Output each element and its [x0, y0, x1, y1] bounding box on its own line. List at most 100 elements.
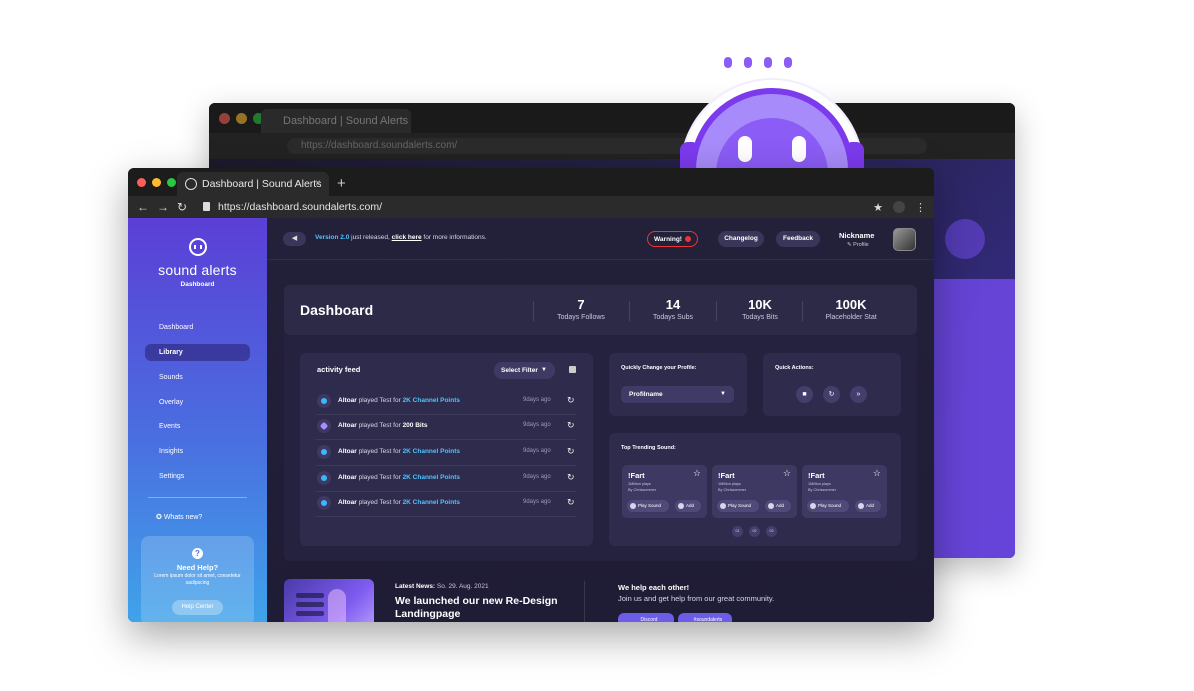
replay-button[interactable]: ↻: [823, 386, 840, 403]
browser-menu-icon[interactable]: ⋮: [915, 201, 926, 214]
stat-subs: 14 Todays Subs: [638, 297, 708, 321]
help-text: Lorem ipsum dolor sit amet, consetetur s…: [154, 573, 241, 586]
replay-icon[interactable]: ↻: [567, 420, 575, 431]
quick-actions-card: Quick Actions: ■ ↻ »: [763, 353, 901, 416]
sound-card: !Fart 1Million plays By Chrissommer ☆ Pla…: [802, 465, 887, 518]
help-title: Need Help?: [176, 563, 219, 572]
select-filter-dropdown[interactable]: Select Filter ▼: [494, 362, 555, 379]
feed-user: Altoar: [338, 474, 357, 481]
new-tab-button[interactable]: +: [337, 172, 346, 196]
add-sound-button[interactable]: Add: [855, 500, 881, 512]
url-field[interactable]: https://dashboard.soundalerts.com/: [198, 198, 888, 216]
profile-link[interactable]: ✎ Profile: [847, 242, 869, 248]
forward-arrow-icon[interactable]: →: [157, 198, 169, 216]
feed-text: Altoar played Test for 2K Channel Points: [338, 499, 460, 506]
replay-icon[interactable]: ↻: [567, 395, 575, 406]
mascot-right-eye: [792, 136, 806, 162]
channel-points-icon: [317, 471, 331, 485]
add-sound-button[interactable]: Add: [675, 500, 701, 512]
tab-title: Dashboard | Sound Alerts: [202, 178, 322, 190]
sound-title: !Fart: [628, 471, 645, 480]
feed-time: 9days ago: [523, 422, 551, 428]
soundalerts-favicon-icon: [185, 178, 197, 190]
warning-dot-icon: [684, 236, 691, 243]
quick-actions-label: Quick Actions:: [775, 365, 814, 371]
feed-mid: played Test for: [356, 448, 403, 455]
feed-mid: played Test for: [356, 474, 403, 481]
replay-icon[interactable]: ↻: [567, 472, 575, 483]
sidebar-item-events[interactable]: Events: [145, 418, 250, 435]
twitter-button[interactable]: #soundalerts: [678, 613, 732, 622]
news-date-label: Latest News:: [395, 583, 436, 590]
add-sound-button[interactable]: Add: [765, 500, 791, 512]
whats-new-label: Whats new?: [163, 514, 203, 521]
close-window-button[interactable]: [137, 178, 146, 187]
channel-points-icon: [317, 496, 331, 510]
bookmark-star-icon[interactable]: ★: [873, 201, 883, 214]
back-arrow-icon[interactable]: ←: [137, 198, 149, 216]
browser-tab[interactable]: Dashboard | Sound Alerts ×: [177, 172, 329, 196]
maximize-window-button[interactable]: [167, 178, 176, 187]
click-here-link[interactable]: click here: [392, 234, 422, 241]
sidebar-item-sounds[interactable]: Sounds: [145, 369, 250, 386]
feed-text: Altoar played Test for 200 Bits: [338, 422, 428, 429]
page-dot[interactable]: 03: [766, 526, 777, 537]
replay-icon[interactable]: ↻: [567, 446, 575, 457]
skip-button[interactable]: »: [850, 386, 867, 403]
sound-title: !Fart: [808, 471, 825, 480]
nickname: Nickname: [839, 231, 875, 240]
feed-amount: 200 Bits: [402, 422, 428, 429]
feedback-button[interactable]: Feedback: [776, 231, 820, 247]
play-sound-button[interactable]: Play Sound: [627, 500, 669, 512]
lock-icon: [203, 202, 210, 211]
page-dot[interactable]: 01: [732, 526, 743, 537]
sidebar-item-insights[interactable]: Insights: [145, 443, 250, 460]
star-icon[interactable]: ☆: [783, 468, 791, 479]
warning-button[interactable]: Warning!: [647, 231, 698, 247]
help-center-button[interactable]: Help Center: [172, 600, 223, 615]
news-thumbnail[interactable]: [284, 579, 374, 622]
sidebar-item-settings[interactable]: Settings: [145, 468, 250, 485]
play-sound-button[interactable]: Play Sound: [807, 500, 849, 512]
feed-time: 9days ago: [523, 474, 551, 480]
stat-divider: [533, 301, 534, 321]
sidebar-item-library[interactable]: Library: [145, 344, 250, 361]
stat-divider: [802, 301, 803, 321]
sidebar-item-dashboard[interactable]: Dashboard: [145, 319, 250, 336]
sidebar-item-overlay[interactable]: Overlay: [145, 394, 250, 411]
replay-icon[interactable]: ↻: [567, 497, 575, 508]
play-sound-button[interactable]: Play Sound: [717, 500, 759, 512]
minimize-window-button[interactable]: [152, 178, 161, 187]
main-content: ◀ Version 2.0 just released, click here …: [267, 218, 934, 622]
filter-label: Select Filter: [501, 367, 538, 374]
sound-author: By Chrissommer: [718, 488, 747, 492]
stat-bits: 10K Todays Bits: [725, 297, 795, 321]
whats-new-link[interactable]: ✪ Whats new?: [156, 513, 202, 521]
avatar[interactable]: [893, 228, 916, 251]
reload-icon[interactable]: ↻: [177, 198, 187, 216]
stat-value: 10K: [748, 297, 772, 312]
page-dot[interactable]: 02: [749, 526, 760, 537]
expand-icon[interactable]: [569, 366, 576, 373]
replay-icon: ↻: [828, 391, 835, 398]
news-title[interactable]: We launched our new Re-Design Landingpag…: [395, 595, 575, 621]
community-title: We help each other!: [618, 583, 690, 592]
stop-button[interactable]: ■: [796, 386, 813, 403]
tab-close-icon[interactable]: ×: [315, 172, 321, 196]
feed-mid: played Test for: [356, 422, 403, 429]
news-date: Latest News: So. 29. Aug. 2021: [395, 583, 489, 590]
top-bar: ◀ Version 2.0 just released, click here …: [267, 218, 934, 260]
news-date-value: So. 29. Aug. 2021: [435, 583, 489, 590]
browser-profile-icon[interactable]: [893, 201, 905, 213]
back-tab: Dashboard | Sound Alerts: [261, 109, 411, 133]
star-icon[interactable]: ☆: [873, 468, 881, 479]
star-icon[interactable]: ☆: [693, 468, 701, 479]
profile-select[interactable]: Profilname ▼: [621, 386, 734, 403]
feed-row: Altoar played Test for 200 Bits 9days ag…: [316, 415, 576, 440]
feed-amount: 2K Channel Points: [402, 474, 460, 481]
sidebar-divider: [148, 497, 247, 498]
skip-icon: »: [856, 391, 861, 398]
changelog-button[interactable]: Changelog: [718, 231, 764, 247]
discord-button[interactable]: Discord: [618, 613, 674, 622]
sound-meta: 1Million plays By Chrissommer: [628, 481, 656, 493]
